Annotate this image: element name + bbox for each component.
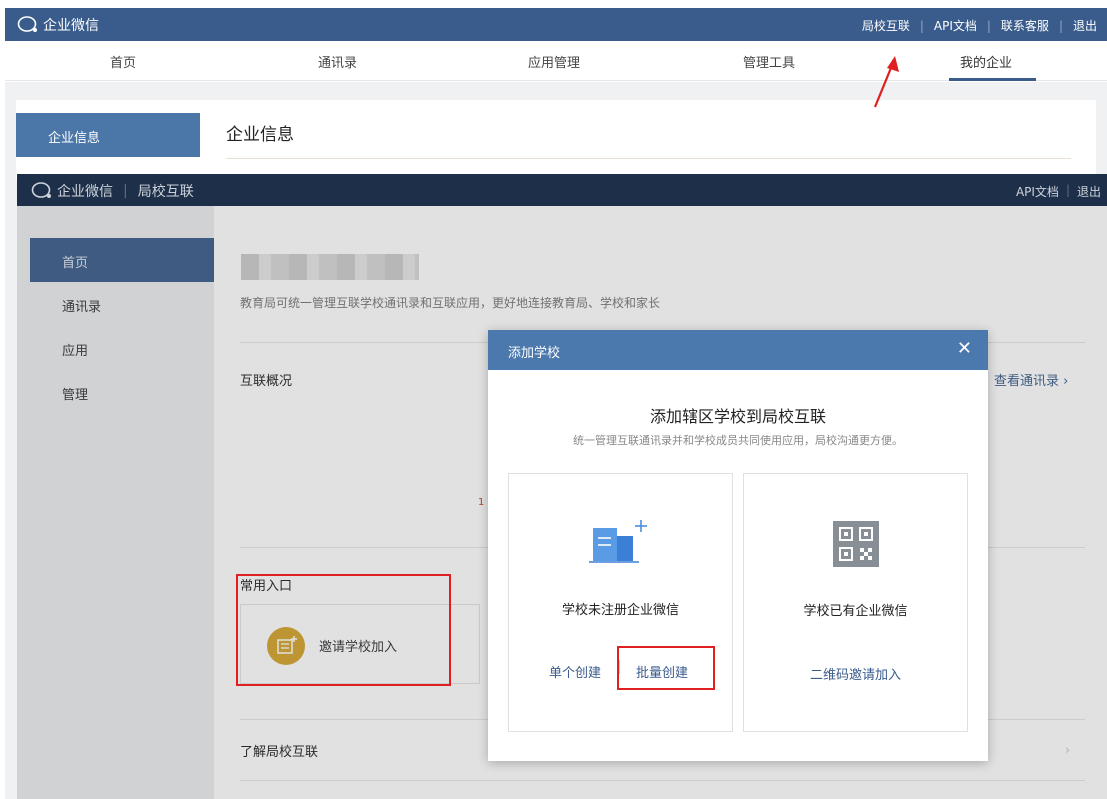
qrcode-icon [833,521,879,567]
logo-text: 企业微信 [57,184,113,200]
dialog-heading: 添加辖区学校到局校互联 [649,407,826,426]
top-bar: 企业微信 局校互联 | API文档 | 联系客服 | 退出 [5,8,1107,41]
active-tab-underline [949,78,1036,81]
link-school-interconnect[interactable]: 局校互联 [862,17,910,34]
tab-my-company[interactable]: 我的企业 [960,52,1012,71]
dialog-title: 添加学校 [508,346,561,361]
red-box-annotation [236,574,451,686]
link-api-docs[interactable]: API文档 [1016,183,1059,200]
option-registered-school: 学校已有企业微信 二维码邀请加入 [743,473,968,732]
logo-text: 企业微信 [43,18,99,34]
separator: | [919,18,924,33]
dialog-subtitle: 统一管理互联通讯录并和学校成员共同使用应用，局校沟通更方便。 [573,434,903,447]
top-links: 局校互联 | API文档 | 联系客服 | 退出 [862,17,1097,34]
red-arrow-annotation [873,56,899,108]
logo[interactable]: 企业微信 [17,15,99,35]
link-logout[interactable]: 退出 [1077,183,1101,200]
link-support[interactable]: 联系客服 [1001,17,1049,34]
divider [226,158,1071,159]
main-nav: 首页 通讯录 应用管理 管理工具 我的企业 [5,41,1107,81]
building-add-icon [589,520,647,563]
option-unregistered-school: 学校未注册企业微信 单个创建 批量创建 [508,473,733,732]
logo-subtitle: 局校互联 [137,184,194,200]
page-title: 企业信息 [226,125,294,145]
option2-label: 学校已有企业微信 [803,604,908,619]
wecom-logo-icon [31,182,51,198]
tab-apps[interactable]: 应用管理 [528,52,580,71]
separator: | [1058,18,1063,33]
separator: | [1065,183,1070,197]
top-links: API文档 | 退出 [1016,183,1101,200]
add-school-dialog: 添加学校 ✕ 添加辖区学校到局校互联 统一管理互联通讯录并和学校成员共同使用应用… [488,330,988,761]
link-api-docs[interactable]: API文档 [934,17,977,34]
link-logout[interactable]: 退出 [1073,17,1097,34]
dialog-header: 添加学校 [488,330,988,370]
tab-home[interactable]: 首页 [110,52,136,71]
sidebar-item-company-info[interactable]: 企业信息 [16,113,200,157]
qrcode-invite-link[interactable]: 二维码邀请加入 [744,664,967,683]
separator: | [123,183,128,199]
single-create-link[interactable]: 单个创建 [549,662,601,681]
close-icon[interactable]: ✕ [957,339,972,359]
option1-label: 学校未注册企业微信 [561,603,679,618]
tab-tools[interactable]: 管理工具 [743,52,795,71]
separator: | [986,18,991,33]
top-bar-dark: 企业微信 | 局校互联 API文档 | 退出 [17,174,1107,206]
tab-contacts[interactable]: 通讯录 [318,52,357,71]
info-panel [200,100,1096,180]
logo[interactable]: 企业微信 | 局校互联 [31,181,194,201]
wecom-logo-icon [17,16,37,32]
red-box-annotation [617,646,715,690]
